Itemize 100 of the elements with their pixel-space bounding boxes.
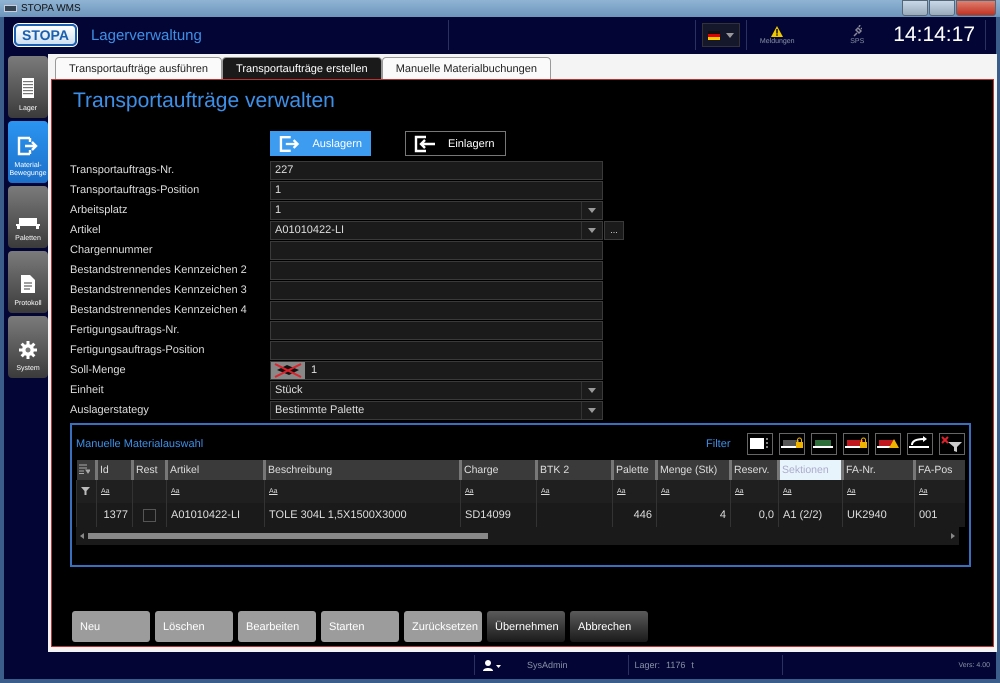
table-cell: TOLE 304L 1,5X1500X3000	[269, 509, 407, 521]
action-button[interactable]: Übernehmen	[487, 611, 565, 642]
dropdown-caret-icon	[588, 228, 596, 232]
column-header[interactable]: Charge	[460, 460, 536, 480]
mode-button[interactable]: Einlagern	[405, 131, 506, 156]
column-header[interactable]: Id	[96, 460, 132, 480]
field-label: Bestandstrennendes Kennzeichen 2	[70, 264, 248, 276]
column-header[interactable]: FA-Pos	[914, 460, 964, 480]
table-cell: 1377	[104, 509, 128, 521]
dropdown-field[interactable]: Bestimmte Palette	[270, 400, 603, 420]
scrollbar-thumb[interactable]	[88, 533, 488, 539]
field-label: Arbeitsplatz	[70, 204, 128, 216]
toolbar-button[interactable]	[906, 433, 932, 455]
locked-pallet-icon	[780, 438, 802, 448]
filter-label: Filter	[706, 438, 730, 450]
table-cell: UK2940	[847, 509, 887, 521]
text-field[interactable]	[270, 260, 603, 280]
dropdown-caret-icon	[588, 208, 596, 212]
text-field[interactable]	[270, 340, 603, 360]
field-label: Chargennummer	[70, 244, 154, 256]
window-title: STOPA WMS	[21, 3, 81, 14]
dropdown-field[interactable]: A01010422-LI	[270, 220, 603, 240]
exit-icon	[279, 134, 300, 152]
language-dropdown[interactable]	[702, 23, 740, 48]
field-label: Auslagerstategy	[70, 404, 150, 416]
toolbar-button[interactable]	[778, 433, 804, 455]
column-header[interactable]: Artikel	[166, 460, 264, 480]
column-header[interactable]: Palette	[612, 460, 656, 480]
field-label: Transportauftrags-Position	[70, 184, 200, 196]
dropdown-caret-icon	[726, 32, 734, 38]
tab[interactable]: Transportaufträge ausführen	[55, 57, 222, 79]
storage-unit: t	[691, 660, 694, 670]
clock: 14:14:17	[893, 23, 975, 48]
field-label: Bestandstrennendes Kennzeichen 3	[70, 284, 248, 296]
text-field[interactable]	[270, 300, 603, 320]
settings-icon	[19, 341, 37, 359]
maximize-button[interactable]	[929, 0, 955, 16]
table-cell: A1 (2/2)	[783, 509, 822, 521]
column-header[interactable]: Rest	[132, 460, 166, 480]
text-field[interactable]	[270, 280, 603, 300]
dropdown-caret-icon	[588, 388, 596, 392]
dropdown-field[interactable]: Stück	[270, 380, 603, 400]
storage-label: Lager:	[634, 660, 660, 670]
warning-icon[interactable]	[771, 26, 784, 37]
logo: STOPA	[14, 24, 77, 46]
pallet-icon	[812, 440, 832, 448]
toolbar-button[interactable]	[874, 433, 900, 455]
tab[interactable]: Manuelle Materialbuchungen	[382, 57, 551, 79]
app-icon	[4, 5, 17, 12]
toolbar-button[interactable]	[938, 433, 964, 455]
column-header[interactable]: Menge (Stk)	[656, 460, 730, 480]
minimize-button[interactable]	[902, 0, 928, 16]
scroll-left-icon[interactable]	[80, 533, 84, 539]
text-field[interactable]	[270, 320, 603, 340]
plug-icon	[852, 25, 862, 38]
pallet-placeholder-icon	[750, 438, 767, 450]
enter-icon	[414, 134, 436, 152]
page-title: Transportaufträge verwalten	[73, 89, 336, 114]
quantity-field[interactable]: 1	[270, 360, 603, 380]
table-cell: 0,0	[758, 509, 774, 521]
app-title: Lagerverwaltung	[90, 26, 202, 44]
document-icon	[20, 274, 36, 294]
exit-icon	[17, 136, 39, 156]
text-field[interactable]: 1	[270, 180, 603, 200]
rack-icon	[21, 77, 35, 99]
table-cell: 4	[720, 509, 726, 521]
pallet-icon	[16, 217, 40, 229]
column-header[interactable]: BTK 2	[536, 460, 612, 480]
toolbar-button[interactable]	[746, 433, 772, 455]
locked-pallet-icon	[844, 438, 866, 448]
dropdown-field[interactable]: 1	[270, 200, 603, 220]
text-field[interactable]	[270, 240, 603, 260]
toolbar-button[interactable]	[810, 433, 836, 455]
text-field[interactable]: 227	[270, 160, 603, 180]
field-label: Artikel	[70, 224, 102, 236]
column-chooser-icon[interactable]	[78, 464, 90, 474]
panel-title: Manuelle Materialauswahl	[76, 438, 204, 450]
field-label: Bestandstrennendes Kennzeichen 4	[70, 304, 248, 316]
browse-button[interactable]: ...	[604, 220, 624, 240]
table-cell: 001	[919, 509, 938, 521]
scroll-right-icon[interactable]	[951, 533, 955, 539]
user-menu[interactable]: SysAdmin	[483, 660, 568, 671]
column-header[interactable]: Beschreibung	[264, 460, 460, 480]
column-header[interactable]: FA-Nr.	[842, 460, 914, 480]
field-label: Fertigungsauftrags-Position	[70, 344, 206, 356]
warning-pallet-icon	[876, 439, 898, 448]
dropdown-caret-icon	[588, 408, 596, 412]
column-header[interactable]: Reserv.	[730, 460, 778, 480]
crossed-out-icon	[271, 362, 305, 378]
storage-value: 1176	[666, 660, 686, 670]
field-label: Soll-Menge	[70, 364, 127, 376]
checkbox[interactable]	[143, 508, 156, 522]
clear-filter-icon	[940, 436, 962, 452]
field-label: Einheit	[70, 384, 105, 396]
pallet-arrow-icon	[908, 436, 928, 448]
toolbar-button[interactable]	[842, 433, 868, 455]
filter-icon	[81, 486, 90, 494]
tab[interactable]: Transportaufträge erstellen	[222, 57, 382, 79]
table-cell: A01010422-LI	[171, 509, 240, 521]
action-button[interactable]: Abbrechen	[570, 611, 648, 642]
